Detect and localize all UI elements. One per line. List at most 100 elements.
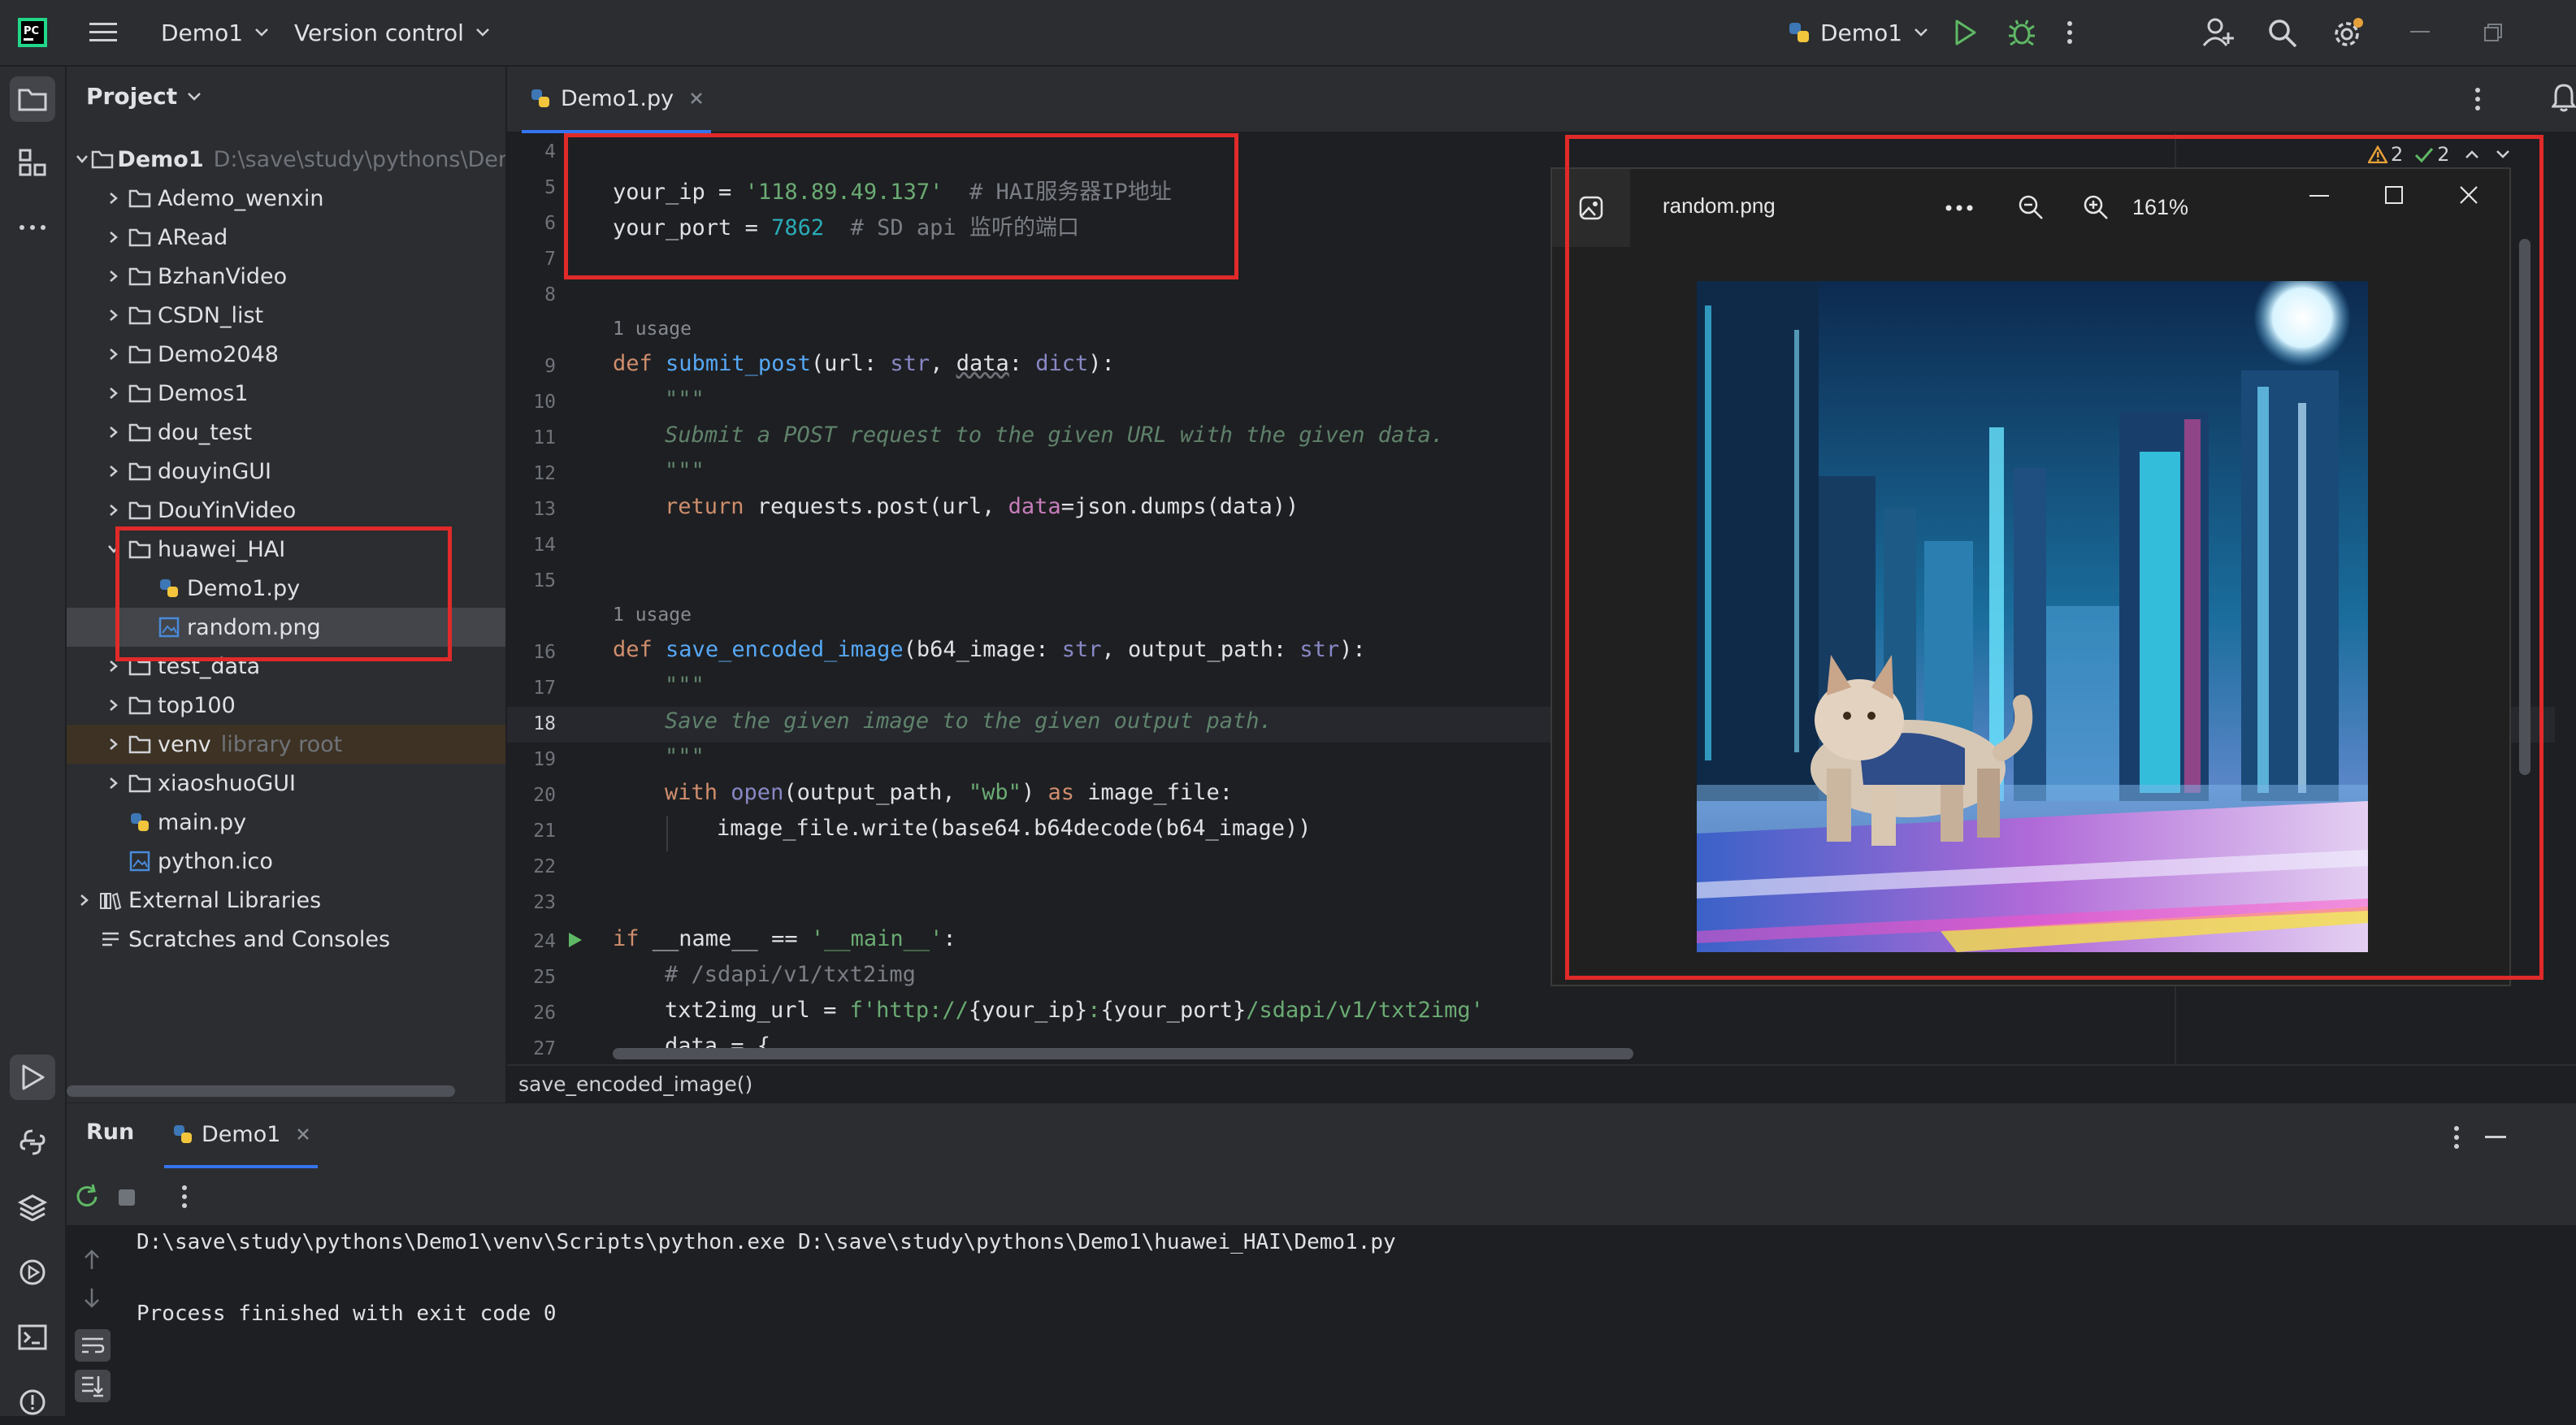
chevron-right-icon[interactable] [102, 465, 125, 478]
project-folder-icon[interactable] [10, 76, 55, 122]
tree-file[interactable]: python.ico [67, 842, 505, 881]
chevron-right-icon[interactable] [102, 660, 125, 673]
python-file-icon [172, 1124, 193, 1145]
tree-folder[interactable]: BzhanVideo [67, 257, 505, 296]
stop-icon[interactable] [117, 1188, 137, 1207]
run-options-icon[interactable] [2452, 1124, 2461, 1150]
code-line-19: """ [665, 744, 705, 769]
services-icon[interactable] [10, 1250, 55, 1295]
settings-gear-icon[interactable] [2331, 16, 2365, 50]
minimize-window-icon[interactable] [2410, 31, 2430, 34]
search-icon[interactable] [2267, 18, 2298, 49]
code-line-24: if __name__ == '__main__': [613, 926, 956, 951]
tree-item-label: dou_test [158, 419, 253, 445]
project-panel-header[interactable]: Project [86, 83, 202, 110]
chevron-right-icon[interactable] [102, 192, 125, 205]
chevron-right-icon[interactable] [102, 777, 125, 790]
tab-demo1-py[interactable]: Demo1.py [522, 67, 712, 133]
problems-icon[interactable] [10, 1380, 55, 1425]
vcs-menu[interactable]: Version control [294, 0, 490, 65]
run-tab-demo1[interactable]: Demo1 [164, 1103, 319, 1168]
tree-folder[interactable]: Ademo_wenxin [67, 179, 505, 218]
rerun-icon[interactable] [73, 1183, 101, 1211]
editor-options-icon[interactable] [2474, 86, 2482, 112]
chevron-right-icon[interactable] [102, 699, 125, 712]
chevron-down-icon [1914, 28, 1928, 37]
tree-folder[interactable]: douyinGUI [67, 452, 505, 491]
chevron-right-icon[interactable] [102, 387, 125, 400]
tree-folder[interactable]: top100 [67, 686, 505, 725]
chevron-right-icon[interactable] [102, 426, 125, 439]
folder-icon [125, 461, 154, 481]
chevron-right-icon[interactable] [102, 231, 125, 244]
folder-icon [125, 344, 154, 364]
folder-icon [125, 500, 154, 520]
highlight-box-project-files [115, 526, 452, 661]
editor-horizontal-scrollbar[interactable] [613, 1048, 1633, 1059]
python-console-icon[interactable] [10, 1120, 55, 1165]
chevron-right-icon[interactable] [102, 309, 125, 322]
scroll-up-icon[interactable] [83, 1248, 101, 1271]
project-panel-title: Project [86, 83, 178, 110]
run-gutter-icon[interactable] [567, 931, 583, 949]
python-packages-icon[interactable] [10, 1185, 55, 1230]
more-tools-icon[interactable] [10, 205, 55, 250]
scratches-icon [96, 929, 125, 949]
close-tab-icon[interactable] [690, 92, 703, 105]
tree-folder[interactable]: Demo2048 [67, 335, 505, 374]
close-tab-icon[interactable] [297, 1128, 310, 1141]
tree-folder[interactable]: ARead [67, 218, 505, 257]
project-switcher[interactable]: Demo1 [161, 0, 269, 65]
run-config-selector[interactable]: Demo1 [1788, 0, 1928, 65]
chevron-right-icon[interactable] [102, 504, 125, 517]
chevron-right-icon[interactable] [73, 894, 96, 907]
python-file-icon [125, 812, 154, 833]
chevron-down-icon [254, 28, 269, 37]
scroll-to-end-icon[interactable] [75, 1370, 111, 1402]
hide-panel-icon[interactable] [2485, 1136, 2506, 1139]
folder-icon [125, 266, 154, 286]
soft-wrap-icon[interactable] [75, 1329, 111, 1362]
terminal-icon[interactable] [10, 1315, 55, 1360]
tree-folder[interactable]: xiaoshuoGUI [67, 764, 505, 803]
editor-breadcrumb-bar: save_encoded_image() [507, 1064, 2576, 1103]
notifications-bell-icon[interactable] [2552, 83, 2576, 112]
structure-icon[interactable] [10, 140, 55, 185]
highlight-box-image-viewer [1565, 135, 2543, 980]
chevron-right-icon[interactable] [102, 270, 125, 283]
tree-file[interactable]: main.py [67, 803, 505, 842]
tree-folder[interactable]: DouYinVideo [67, 491, 505, 530]
breadcrumb[interactable]: save_encoded_image() [518, 1072, 752, 1096]
folder-icon [125, 188, 154, 208]
scroll-down-icon[interactable] [83, 1287, 101, 1310]
tree-horizontal-scrollbar[interactable] [67, 1085, 455, 1097]
tree-root[interactable]: Demo1 D:\save\study\pythons\Den [67, 140, 505, 179]
tree-folder[interactable]: dou_test [67, 413, 505, 452]
vcs-label: Version control [294, 19, 464, 46]
tree-scratches[interactable]: Scratches and Consoles [67, 920, 505, 959]
tree-folder[interactable]: Demos1 [67, 374, 505, 413]
image-file-icon [125, 851, 154, 872]
main-menu-icon[interactable] [89, 19, 117, 45]
usage-hint[interactable]: 1 usage [613, 318, 692, 340]
usage-hint[interactable]: 1 usage [613, 604, 692, 626]
tree-external-libraries[interactable]: External Libraries [67, 881, 505, 920]
add-user-icon[interactable] [2202, 16, 2235, 49]
run-tool-icon[interactable] [10, 1055, 55, 1100]
chevron-right-icon[interactable] [102, 348, 125, 361]
code-line-12: """ [665, 458, 705, 483]
run-console[interactable]: D:\save\study\pythons\Demo1\venv\Scripts… [67, 1225, 2576, 1416]
more-actions-icon[interactable] [2066, 19, 2074, 45]
tree-folder[interactable]: CSDN_list [67, 296, 505, 335]
restore-window-icon[interactable] [2483, 23, 2503, 42]
pycharm-logo-icon[interactable]: PC [18, 18, 47, 47]
line-number: 19 [533, 749, 556, 770]
run-more-icon[interactable] [180, 1185, 189, 1209]
chevron-right-icon[interactable] [102, 738, 125, 751]
debug-icon[interactable] [2007, 18, 2036, 47]
code-line-16: def save_encoded_image(b64_image: str, o… [613, 637, 1366, 662]
run-icon[interactable] [1950, 18, 1980, 47]
tree-folder-venv[interactable]: venv library root [67, 725, 505, 764]
highlight-box-code-config [564, 133, 1238, 279]
chevron-down-icon[interactable] [73, 154, 91, 165]
